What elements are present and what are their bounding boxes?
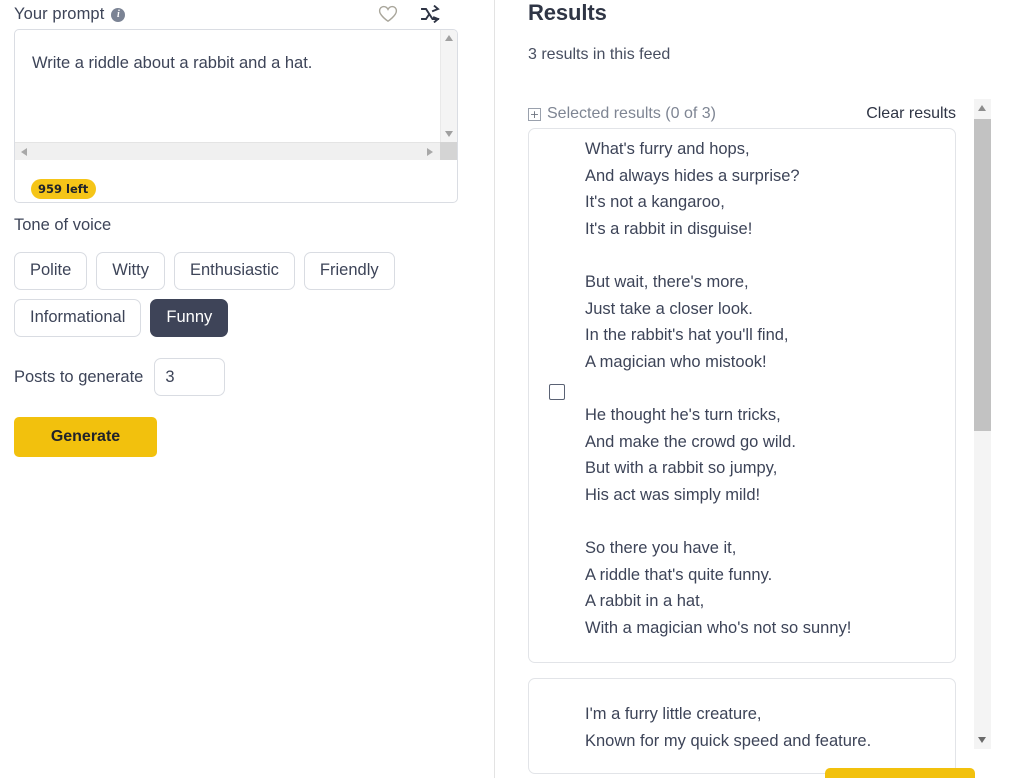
prompt-box: Write a riddle about a rabbit and a hat.… [14,29,458,203]
info-icon[interactable]: i [111,7,126,22]
scroll-down-icon[interactable] [445,131,453,137]
prompt-header: Your prompt i [14,2,458,26]
prompt-vertical-scrollbar[interactable] [440,30,457,142]
plus-box-icon[interactable]: + [528,107,541,121]
char-counter-badge: 959 left [31,179,97,199]
tone-chip-friendly[interactable]: Friendly [303,252,395,290]
result-text: What's furry and hops, And always hides … [585,140,852,637]
heart-icon[interactable] [378,5,398,23]
app-root: Your prompt i Write a riddle about a rab… [0,0,1024,778]
results-subtitle: 3 results in this feed [528,46,671,63]
scroll-up-icon[interactable] [445,35,453,41]
clear-results-button[interactable]: Clear results [866,105,960,123]
results-scrollbar[interactable] [974,99,991,749]
tone-chip-polite[interactable]: Polite [14,252,88,290]
prompt-label: Your prompt [14,4,105,23]
tone-row-2: Informational Funny [14,299,229,337]
tone-row-1: Polite Witty Enthusiastic Friendly [14,252,395,290]
prompt-horizontal-scrollbar[interactable] [15,142,457,160]
prompt-textarea[interactable]: Write a riddle about a rabbit and a hat. [15,30,457,160]
prompt-header-actions [378,5,458,23]
scrollbar-corner [440,142,457,160]
results-panel: Results 3 results in this feed + Selecte… [495,0,1024,778]
selected-results-label: Selected results (0 of 3) [547,105,716,122]
result-card[interactable]: What's furry and hops, And always hides … [528,128,956,663]
posts-to-generate-row: Posts to generate [14,358,226,396]
bottom-action-button[interactable] [825,768,975,778]
results-list: What's furry and hops, And always hides … [528,128,960,778]
result-text: I'm a furry little creature, Known for m… [585,705,872,750]
generate-button[interactable]: Generate [14,417,157,457]
prompt-panel: Your prompt i Write a riddle about a rab… [0,0,494,778]
scroll-right-icon[interactable] [427,148,433,156]
tone-of-voice-label: Tone of voice [14,216,112,234]
scroll-left-icon[interactable] [21,148,27,156]
selected-results-bar: + Selected results (0 of 3) Clear result… [528,103,960,125]
posts-to-generate-label: Posts to generate [14,367,144,386]
tone-chip-informational[interactable]: Informational [14,299,142,337]
result-card[interactable]: I'm a furry little creature, Known for m… [528,678,956,774]
scrollbar-thumb[interactable] [974,119,991,431]
results-title: Results [528,0,607,25]
counter-area: 959 left [15,179,457,202]
tone-chip-witty[interactable]: Witty [96,252,165,290]
tone-chip-funny[interactable]: Funny [150,299,229,337]
prompt-text: Write a riddle about a rabbit and a hat. [32,54,313,72]
posts-to-generate-input[interactable] [154,358,226,396]
scroll-up-icon[interactable] [978,105,986,111]
scroll-down-icon[interactable] [978,737,986,743]
shuffle-icon[interactable] [420,5,440,23]
result-checkbox[interactable] [549,384,565,400]
tone-chip-enthusiastic[interactable]: Enthusiastic [173,252,295,290]
